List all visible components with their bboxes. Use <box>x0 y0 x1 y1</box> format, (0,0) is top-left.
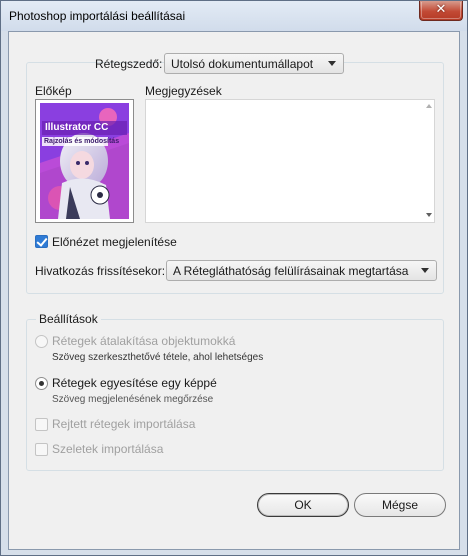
import-slices-checkbox[interactable] <box>35 443 48 456</box>
import-hidden-label: Rejtett rétegek importálása <box>52 417 196 431</box>
comments-textarea[interactable] <box>145 99 435 223</box>
preview-subtitle: Rajzolás és módosítás <box>44 138 120 145</box>
chevron-down-icon <box>328 61 336 66</box>
import-hidden-checkbox[interactable] <box>35 418 48 431</box>
settings-legend: Beállítások <box>36 312 101 326</box>
link-update-dropdown[interactable]: A Rétegláthatóság felülírásainak megtart… <box>166 260 437 281</box>
convert-layers-sublabel: Szöveg szerkeszthetővé tétele, ahol lehe… <box>52 352 264 363</box>
import-slices-label: Szeletek importálása <box>52 442 164 456</box>
ok-button[interactable]: OK <box>257 493 349 517</box>
layer-comp-dropdown[interactable]: Utolsó dokumentumállapot <box>164 53 344 74</box>
show-preview-label: Előnézet megjelenítése <box>52 235 177 249</box>
show-preview-checkbox[interactable] <box>35 235 48 248</box>
window-title: Photoshop importálási beállításai <box>9 9 186 23</box>
flatten-layers-radio[interactable] <box>35 377 48 390</box>
layer-comp-value: Utolsó dokumentumállapot <box>171 57 314 71</box>
dialog-window: Photoshop importálási beállításai ✕ Réte… <box>0 0 468 556</box>
layer-comp-label: Rétegszedő: <box>95 57 163 71</box>
convert-layers-radio[interactable] <box>35 335 48 348</box>
scroll-down-icon[interactable] <box>426 213 432 217</box>
preview-app-name: Illustrator CC <box>45 122 109 133</box>
close-button[interactable]: ✕ <box>419 1 463 21</box>
convert-layers-label: Rétegek átalakítása objektumokká <box>52 334 236 348</box>
scroll-up-icon[interactable] <box>426 104 432 108</box>
link-update-value: A Rétegláthatóság felülírásainak megtart… <box>173 264 409 278</box>
dialog-content: Rétegszedő: Utolsó dokumentumállapot Elő… <box>8 31 460 550</box>
close-icon: ✕ <box>435 2 447 17</box>
preview-illustration <box>40 103 129 219</box>
cancel-button[interactable]: Mégse <box>354 493 446 517</box>
comments-label: Megjegyzések <box>145 84 222 98</box>
flatten-layers-sublabel: Szöveg megjelenésének megőrzése <box>52 394 214 405</box>
flatten-layers-label: Rétegek egyesítése egy képpé <box>52 376 217 390</box>
preview-thumbnail: Illustrator CC Rajzolás és módosítás <box>35 99 134 223</box>
link-update-label: Hivatkozás frissítésekor: <box>35 264 166 278</box>
chevron-down-icon <box>421 268 429 273</box>
preview-label: Előkép <box>35 84 72 98</box>
preview-image: Illustrator CC Rajzolás és módosítás <box>40 103 129 219</box>
title-bar[interactable]: Photoshop importálási beállításai ✕ <box>1 1 467 31</box>
